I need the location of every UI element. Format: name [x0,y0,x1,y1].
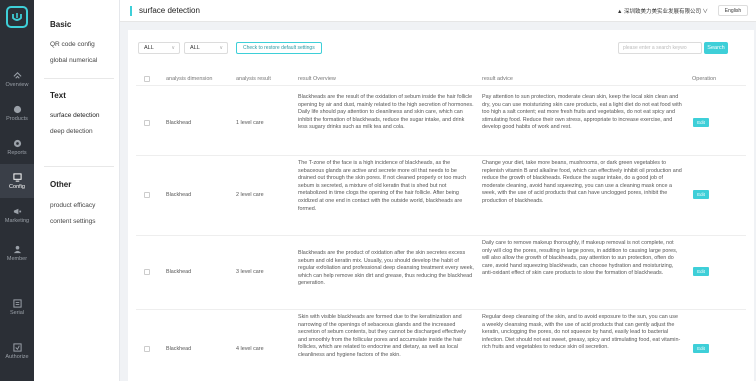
nav-reports-label: Reports [7,149,27,156]
nav-config[interactable]: Config [0,164,34,198]
config-icon [12,172,22,182]
cell-advice: Change your diet, take more beans, mushr… [482,160,682,204]
table-row: Blackhead 3 level care Blackheads are th… [136,236,746,310]
filter-select-2[interactable]: ALL ∨ [184,42,228,54]
app-logo[interactable] [6,6,28,28]
submenu-group-text: Text [50,91,66,100]
header-analysis-result: analysis result [236,76,271,82]
header-analysis-dimension: analysis dimension [166,76,213,82]
submenu-group-other: Other [50,180,72,189]
cell-overview: The T-zone of the face is a high inciden… [298,160,467,212]
nav-reports[interactable]: Reports [0,130,34,164]
table-row: Blackhead 4 level care Skin with visible… [136,310,746,381]
config-submenu: Basic QR code config global numerical Te… [34,0,120,381]
cell-dimension: Blackhead [166,269,192,275]
company-selector[interactable]: ▲ 深圳致美力美实业发展有限公司 ∨ [617,7,708,15]
row-checkbox[interactable] [144,120,150,126]
edit-button[interactable]: Edit [693,190,709,199]
marketing-icon [13,208,21,214]
cell-advice: Pay attention to sun protection, moderat… [482,94,682,131]
header-operation: Operation [692,76,717,82]
nav-config-label: Config [9,183,25,190]
filter-select-2-value: ALL [190,45,200,51]
filter-select-1[interactable]: ALL ∨ [138,42,180,54]
title-accent-bar [130,6,132,16]
chevron-down-icon: ∨ [171,45,175,51]
row-checkbox[interactable] [144,346,150,352]
reports-icon [13,139,21,147]
header-result-overview: result Overview [298,76,336,82]
nav-marketing-label: Marketing [4,217,30,224]
member-icon [13,245,21,253]
filter-select-1-value: ALL [144,45,154,51]
language-button[interactable]: English [718,5,748,16]
submenu-item-global-numerical[interactable]: global numerical [50,57,97,64]
row-checkbox[interactable] [144,269,150,275]
table-header: analysis dimension analysis result resul… [136,72,746,86]
cell-advice: Regular deep cleansing of the skin, and … [482,314,681,351]
cell-advice: Daily care to remove makeup thoroughly, … [482,240,678,277]
logo-icon [12,13,22,21]
submenu-item-qr-code-config[interactable]: QR code config [50,41,95,48]
submenu-item-deep-detection[interactable]: deep detection [50,128,93,135]
filter-bar: ALL ∨ ALL ∨ Check to restore default set… [138,42,738,54]
submenu-item-product-efficacy[interactable]: product efficacy [50,202,95,209]
nav-overview[interactable]: Overview [0,62,34,96]
nav-serial-label: Serial [9,309,25,316]
top-bar: surface detection ▲ 深圳致美力美实业发展有限公司 ∨ Eng… [120,0,756,22]
nav-authorize-label: Authorize [5,353,29,360]
nav-serial[interactable]: Serial [0,290,34,324]
row-checkbox[interactable] [144,192,150,198]
table-row: Blackhead 2 level care The T-zone of the… [136,156,746,236]
cell-overview: Blackheads are the product of oxidation … [298,250,474,287]
cell-result: 2 level care [236,192,264,198]
nav-marketing[interactable]: Marketing [0,198,34,232]
search-button[interactable]: Search [704,42,728,54]
submenu-item-content-settings[interactable]: content settings [50,218,96,225]
cell-dimension: Blackhead [166,120,192,126]
cell-result: 1 level care [236,120,264,126]
edit-button[interactable]: Edit [693,118,709,127]
content-panel: ALL ∨ ALL ∨ Check to restore default set… [128,30,754,381]
cell-overview: Blackheads are the result of the oxidati… [298,94,474,131]
page-title: surface detection [139,6,200,15]
header-result-advice: result advice [482,76,513,82]
products-icon [13,105,21,113]
edit-button[interactable]: Edit [693,267,709,276]
nav-member[interactable]: Member [0,236,34,270]
submenu-group-basic: Basic [50,20,72,29]
edit-button[interactable]: Edit [693,344,709,353]
table-row: Blackhead 1 level care Blackheads are th… [136,90,746,156]
nav-overview-label: Overview [5,81,29,88]
cell-result: 4 level care [236,346,264,352]
submenu-divider [44,78,114,79]
authorize-icon [12,342,22,352]
cell-overview: Skin with visible blackheads are formed … [298,314,467,358]
cell-dimension: Blackhead [166,192,192,198]
serial-icon [12,298,22,308]
nav-products-label: Products [6,115,28,122]
submenu-item-surface-detection[interactable]: surface detection [50,112,100,119]
submenu-divider [44,166,114,167]
nav-member-label: Member [6,255,28,262]
select-all-checkbox[interactable] [144,76,150,82]
cell-result: 3 level care [236,269,264,275]
cell-dimension: Blackhead [166,346,192,352]
restore-defaults-button[interactable]: Check to restore default settings [236,42,322,54]
nav-authorize[interactable]: Authorize [0,334,34,368]
chevron-down-icon: ∨ [219,45,223,51]
main-nav-rail: Overview Products Reports Config Marketi… [0,0,34,381]
overview-icon [13,71,21,79]
search-input[interactable]: please enter a search keywo [618,42,702,54]
nav-products[interactable]: Products [0,96,34,130]
